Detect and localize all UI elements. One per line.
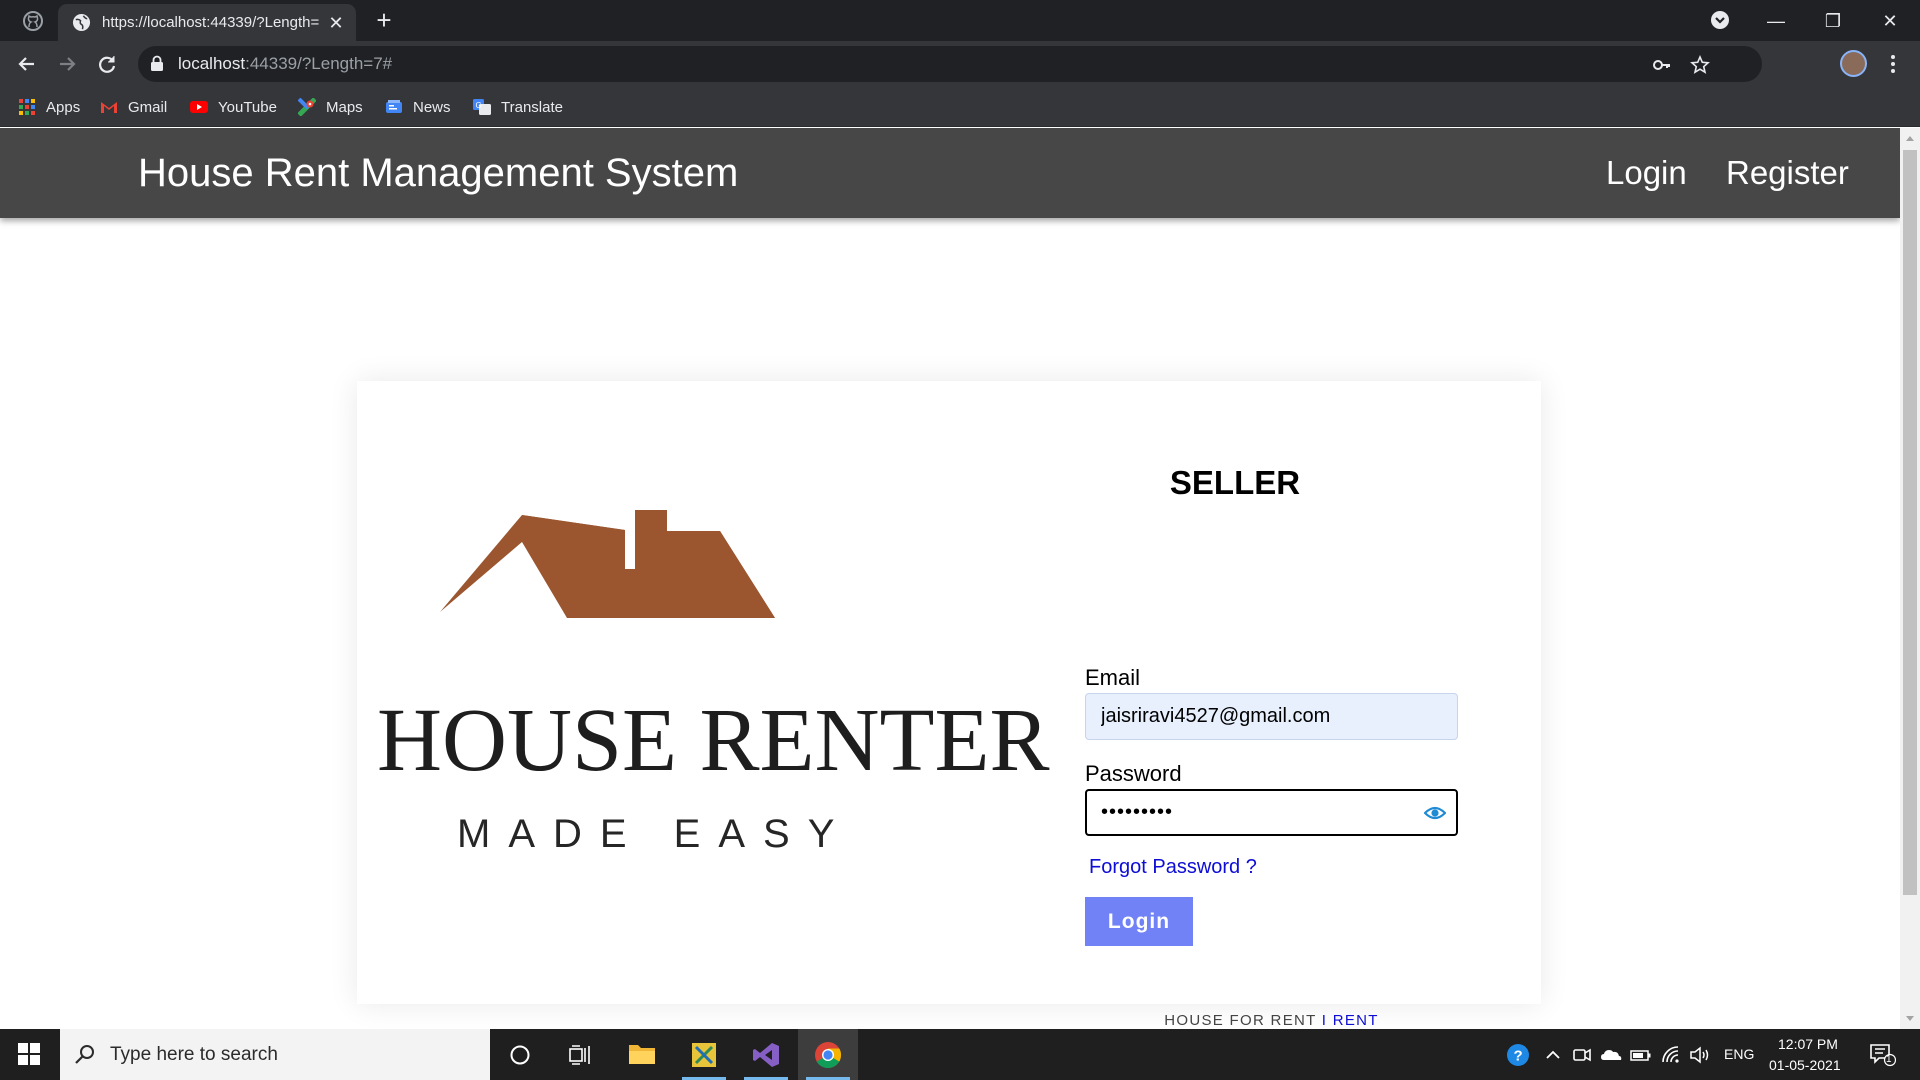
github-icon[interactable] <box>22 10 44 32</box>
close-window-button[interactable]: ✕ <box>1867 6 1913 36</box>
folder-icon <box>629 1045 655 1064</box>
bookmark-gmail[interactable]: Gmail <box>100 95 167 119</box>
language-indicator[interactable]: ENG <box>1724 1046 1754 1062</box>
page-scrollbar[interactable] <box>1900 128 1920 1029</box>
tab-close-icon[interactable]: ✕ <box>326 13 346 33</box>
notification-count: 1 <box>1886 1054 1892 1065</box>
visual-studio-icon <box>753 1043 779 1067</box>
nav-register-link[interactable]: Register <box>1726 152 1849 194</box>
taskbar-chrome[interactable] <box>798 1029 858 1080</box>
address-bar[interactable]: localhost:44339/?Length=7# <box>138 46 1762 82</box>
forgot-password-link[interactable]: Forgot Password ? <box>1089 854 1257 880</box>
youtube-icon <box>190 101 208 113</box>
restore-button[interactable]: ❐ <box>1810 6 1856 36</box>
notification-center-icon[interactable] <box>1870 1043 1896 1067</box>
cortana-icon <box>510 1045 530 1065</box>
scroll-down-arrow-icon[interactable] <box>1906 1016 1914 1021</box>
browser-tab-active[interactable]: https://localhost:44339/?Length= ✕ <box>58 4 356 41</box>
footer-right-text: RENT <box>1332 1012 1379 1029</box>
svg-text:G: G <box>476 101 482 110</box>
meet-now-icon[interactable] <box>1571 1044 1593 1066</box>
taskbar-file-explorer[interactable] <box>612 1029 672 1080</box>
chrome-icon <box>815 1042 842 1069</box>
battery-icon[interactable] <box>1630 1044 1652 1066</box>
taskbar-app-sql[interactable] <box>674 1029 734 1080</box>
email-label: Email <box>1085 665 1141 690</box>
email-field[interactable] <box>1085 693 1458 740</box>
clock-time[interactable]: 12:07 PM <box>1778 1036 1838 1052</box>
translate-icon: G <box>473 99 491 115</box>
volume-icon[interactable] <box>1689 1044 1711 1066</box>
menu-dots-icon[interactable] <box>1883 51 1903 77</box>
tab-title: https://localhost:44339/?Length= <box>102 14 320 31</box>
star-icon[interactable] <box>1690 55 1710 75</box>
windows-taskbar: Type here to search ? ENG 12:07 PM 01-05… <box>0 1029 1920 1080</box>
task-view-button[interactable] <box>550 1029 610 1080</box>
login-button[interactable]: Login <box>1085 897 1193 946</box>
url-text[interactable]: localhost:44339/?Length=7# <box>178 54 392 74</box>
footer-separator: I <box>1321 1012 1328 1029</box>
form-heading: SELLER <box>1169 464 1301 501</box>
taskbar-visual-studio[interactable] <box>736 1029 796 1080</box>
minimize-button[interactable]: — <box>1753 6 1799 36</box>
roof-icon <box>440 510 775 618</box>
search-icon <box>75 1045 94 1064</box>
bookmark-label: News <box>413 98 451 116</box>
bookmark-label: Gmail <box>128 98 168 116</box>
password-value: ••••••••• <box>1101 801 1174 823</box>
footer-left-text: HOUSE FOR RENT <box>1164 1012 1317 1029</box>
bookmark-label: Apps <box>46 98 81 116</box>
gmail-icon <box>101 102 117 113</box>
search-placeholder: Type here to search <box>110 1044 278 1065</box>
scroll-up-arrow-icon[interactable] <box>1906 136 1914 141</box>
card-footer-note: HOUSE FOR RENT I RENT <box>1085 1011 1458 1029</box>
login-card: HOUSE RENTER MADE EASY SELLER Email Pass… <box>357 381 1541 1029</box>
browser-toolbar: localhost:44339/?Length=7# <box>0 41 1920 87</box>
password-field[interactable]: ••••••••• <box>1085 789 1458 836</box>
svg-text:?: ? <box>1514 1048 1523 1065</box>
nav-login-link[interactable]: Login <box>1606 152 1687 194</box>
bookmark-label: YouTube <box>218 98 277 116</box>
reload-icon[interactable] <box>94 51 120 77</box>
site-navbar: House Rent Management System Login Regis… <box>0 128 1900 218</box>
page-viewport: House Rent Management System Login Regis… <box>0 128 1900 1029</box>
bookmark-news[interactable]: News <box>385 95 451 119</box>
forward-icon[interactable] <box>54 51 80 77</box>
eye-icon[interactable] <box>1424 803 1446 823</box>
browser-tab-strip: https://localhost:44339/?Length= ✕ + — ❐… <box>0 0 1920 41</box>
lock-icon[interactable] <box>150 55 164 72</box>
wifi-icon[interactable] <box>1660 1044 1682 1066</box>
back-icon[interactable] <box>14 51 40 77</box>
site-brand[interactable]: House Rent Management System <box>138 150 738 196</box>
chevron-up-icon[interactable] <box>1542 1044 1564 1066</box>
password-label: Password <box>1085 761 1182 786</box>
news-icon <box>386 100 402 113</box>
bookmark-translate[interactable]: G Translate <box>473 95 563 119</box>
logo-subtitle: MADE EASY <box>457 812 853 856</box>
key-icon[interactable] <box>1652 55 1672 75</box>
profile-avatar[interactable] <box>1840 50 1867 77</box>
help-icon[interactable]: ? <box>1506 1043 1530 1067</box>
task-view-icon <box>569 1045 590 1065</box>
logo-title: HOUSE RENTER <box>377 691 1050 790</box>
apps-grid-icon <box>19 99 35 115</box>
globe-icon <box>72 13 91 32</box>
scroll-thumb[interactable] <box>1903 150 1917 895</box>
bookmarks-bar: Apps Gmail YouTube Maps News G Translate <box>0 87 1920 127</box>
taskbar-search-box[interactable]: Type here to search <box>60 1029 490 1080</box>
tab-search-icon[interactable] <box>1710 10 1730 30</box>
windows-start-icon[interactable] <box>18 1043 40 1065</box>
app-tools-icon <box>692 1043 716 1067</box>
bookmark-label: Maps <box>326 98 363 116</box>
bookmark-apps[interactable]: Apps <box>18 95 80 119</box>
bookmark-label: Translate <box>501 98 563 116</box>
maps-icon <box>298 98 316 116</box>
onedrive-cloud-icon[interactable] <box>1600 1044 1622 1066</box>
bookmark-youtube[interactable]: YouTube <box>190 95 277 119</box>
new-tab-button[interactable]: + <box>372 7 396 33</box>
house-renter-logo: HOUSE RENTER MADE EASY <box>377 501 1050 856</box>
bookmark-maps[interactable]: Maps <box>298 95 363 119</box>
clock-date[interactable]: 01-05-2021 <box>1769 1057 1841 1073</box>
cortana-button[interactable] <box>490 1029 550 1080</box>
